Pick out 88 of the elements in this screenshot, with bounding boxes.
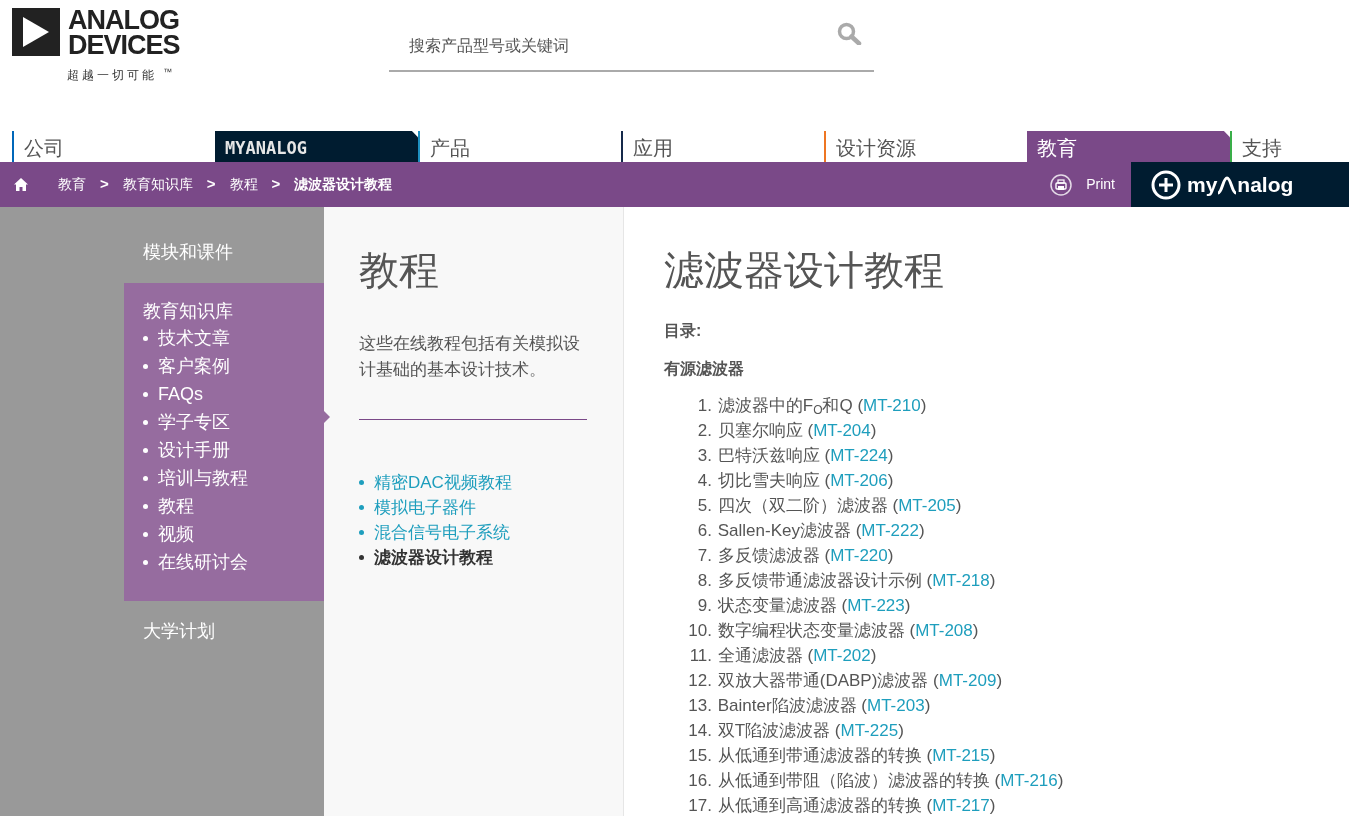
toc-heading: 目录: <box>664 321 703 341</box>
logo-icon[interactable] <box>12 8 60 56</box>
sidebar-item[interactable]: 模块和课件 <box>0 239 324 266</box>
bullet <box>143 447 148 453</box>
document-link[interactable]: MT-225 <box>840 721 899 740</box>
document-link[interactable]: MT-217 <box>932 796 990 815</box>
sidebar-item[interactable]: 大学计划 <box>0 618 324 645</box>
bullet <box>359 480 364 485</box>
sidebar-subitem[interactable]: 设计手册 <box>158 436 230 464</box>
toc-item: 11. 全通滤波器 (MT-202) <box>688 645 878 667</box>
sidebar-subitem[interactable]: 学子专区 <box>158 408 230 436</box>
nav-tab[interactable]: MYANALOG <box>215 131 418 162</box>
breadcrumb-separator: > <box>100 174 109 195</box>
bullet <box>359 505 364 510</box>
document-link[interactable]: MT-203 <box>867 696 925 715</box>
trademark: ™ <box>163 66 176 77</box>
breadcrumb-link[interactable]: 教程 <box>229 174 258 195</box>
breadcrumb-separator: > <box>206 174 216 195</box>
toc-item: 8. 多反馈带通滤波器设计示例 (MT-218) <box>696 570 997 592</box>
document-link[interactable]: MT-222 <box>861 521 919 540</box>
toc-item: 7. 多反馈滤波器 (MT-220) <box>696 545 895 567</box>
document-link[interactable]: MT-220 <box>830 546 888 565</box>
myanalog-button[interactable]: my nalog <box>1131 162 1349 207</box>
toc-item: 1. 滤波器中的F$_{O}$和Q (MT-210) <box>696 395 928 418</box>
sidebar-subitem[interactable]: 在线研讨会 <box>158 548 248 576</box>
document-link[interactable]: MT-210 <box>863 396 921 415</box>
sidebar-subitem[interactable]: 技术文章 <box>158 324 230 352</box>
tutorial-link[interactable]: 精密DAC视频教程 <box>374 470 512 495</box>
tutorial-link[interactable]: 模拟电子器件 <box>374 495 476 520</box>
tagline: 超越一切可能 <box>67 68 157 82</box>
sidebar-subitem[interactable]: 客户案例 <box>158 352 230 380</box>
toc-item: 13. Bainter陷波滤波器 (MT-203) <box>687 695 932 717</box>
sidebar-subitem[interactable]: 视频 <box>158 520 194 548</box>
bullet <box>359 530 364 535</box>
document-link[interactable]: MT-215 <box>932 746 990 765</box>
bullet <box>143 419 148 425</box>
search-field[interactable]: 搜索产品型号或关键词 <box>389 22 874 72</box>
toc-item: 2. 贝塞尔响应 (MT-204) <box>696 420 878 442</box>
nav-tab[interactable]: 教育 <box>1027 131 1230 162</box>
breadcrumb-link[interactable]: 教育知识库 <box>122 174 193 195</box>
toc-item: 4. 切比雪夫响应 (MT-206) <box>696 470 895 492</box>
section-title: 教程 <box>359 247 440 294</box>
document-link[interactable]: MT-224 <box>830 446 888 465</box>
plus-circle-icon <box>1151 169 1181 200</box>
sidebar-subitem[interactable]: 教程 <box>158 492 194 520</box>
document-link[interactable]: MT-223 <box>847 596 905 615</box>
group-heading: 有源滤波器 <box>664 359 745 379</box>
bullet <box>359 555 364 560</box>
toc-item: 14. 双T陷波滤波器 (MT-225) <box>687 720 905 742</box>
toc-item: 5. 四次（双二阶）滤波器 (MT-205) <box>696 495 963 517</box>
document-link[interactable]: MT-205 <box>898 496 956 515</box>
tutorial-link[interactable]: 混合信号电子系统 <box>374 520 510 545</box>
print-button[interactable]: Print <box>1050 173 1115 196</box>
toc-item: 3. 巴特沃兹响应 (MT-224) <box>696 445 895 467</box>
document-link[interactable]: MT-202 <box>813 646 871 665</box>
toc-item: 16. 从低通到带阻（陷波）滤波器的转换 (MT-216) <box>687 770 1065 792</box>
toc-item: 15. 从低通到带通滤波器的转换 (MT-215) <box>687 745 997 767</box>
toc-item: 10. 数字编程状态变量滤波器 (MT-208) <box>687 620 980 642</box>
home-icon[interactable] <box>14 178 28 191</box>
bullet <box>143 363 148 369</box>
breadcrumb-link[interactable]: 教育 <box>58 174 86 195</box>
document-link[interactable]: MT-218 <box>932 571 990 590</box>
sidebar-subitem[interactable]: FAQs <box>158 380 203 408</box>
printer-icon <box>1050 173 1073 196</box>
breadcrumb-link[interactable]: 滤波器设计教程 <box>294 174 393 195</box>
wave-icon <box>1217 174 1238 195</box>
bullet <box>143 503 148 509</box>
document-link[interactable]: MT-208 <box>915 621 973 640</box>
toc-item: 9. 状态变量滤波器 (MT-223) <box>696 595 912 617</box>
bullet <box>143 531 148 537</box>
bullet <box>143 391 148 397</box>
bullet <box>143 335 148 341</box>
bullet <box>143 475 148 481</box>
article-title: 滤波器设计教程 <box>664 247 945 294</box>
breadcrumb-separator: > <box>271 174 281 195</box>
document-link[interactable]: MT-216 <box>1000 771 1058 790</box>
section-description: 这些在线教程包括有关模拟设计基础的基本设计技术。 <box>359 333 581 381</box>
tutorial-link[interactable]: 滤波器设计教程 <box>374 545 493 570</box>
bullet <box>143 559 148 565</box>
logo-text: ANALOG DEVICES <box>68 8 180 58</box>
sidebar-subitem[interactable]: 培训与教程 <box>158 464 248 492</box>
document-link[interactable]: MT-209 <box>938 671 997 690</box>
sidebar-item[interactable]: 教育知识库 <box>143 299 324 324</box>
document-link[interactable]: MT-204 <box>813 421 871 440</box>
toc-item: 12. 双放大器带通(DABP)滤波器 (MT-209) <box>687 670 1004 692</box>
toc-item: 17. 从低通到高通滤波器的转换 (MT-217) <box>687 795 997 816</box>
toc-item: 6. Sallen-Key滤波器 (MT-222) <box>696 520 926 542</box>
document-link[interactable]: MT-206 <box>830 471 888 490</box>
